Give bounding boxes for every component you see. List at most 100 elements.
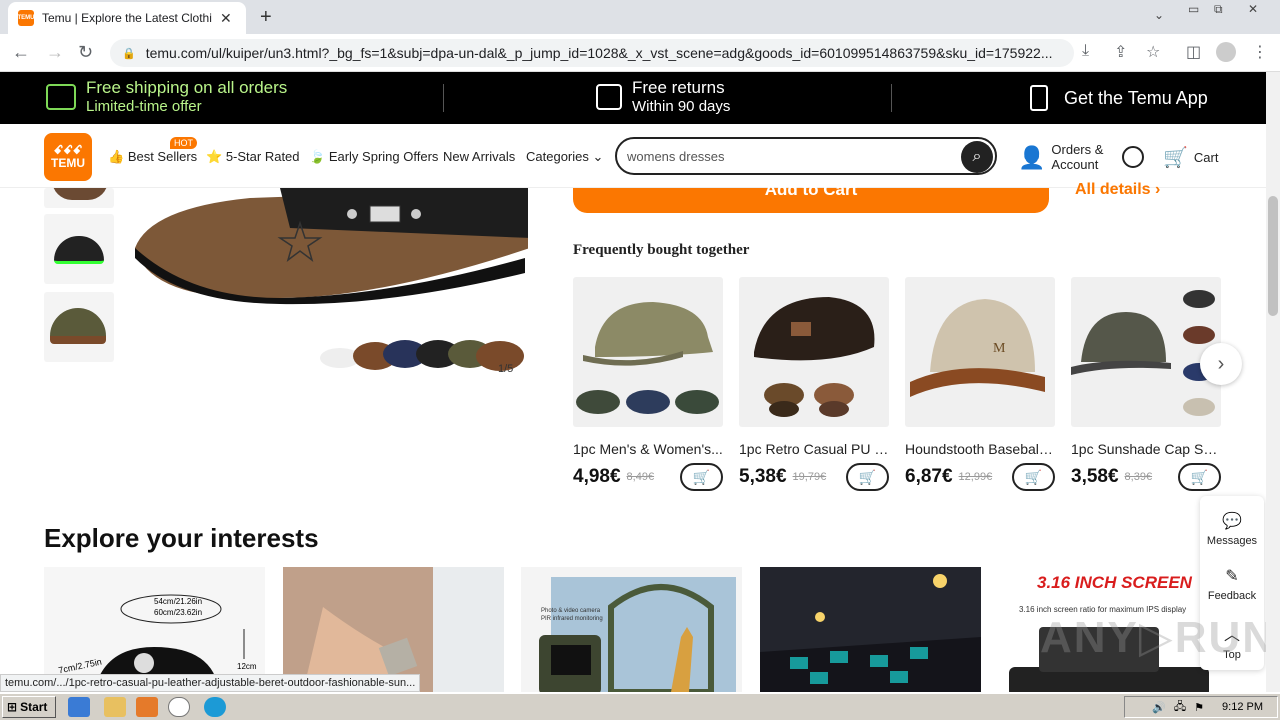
ie-icon[interactable] bbox=[68, 697, 90, 717]
new-tab-button[interactable]: + bbox=[260, 6, 272, 29]
chrome-icon[interactable] bbox=[168, 697, 190, 717]
chevron-right-icon: › bbox=[1217, 352, 1225, 375]
measure-label: 12cm bbox=[237, 662, 257, 671]
explore-product-card[interactable]: Photo & video camera PIR infrared monito… bbox=[521, 567, 742, 692]
user-icon: 👤 bbox=[1018, 144, 1046, 170]
free-shipping-promo[interactable]: Free shipping on all orders Limited-time… bbox=[46, 78, 287, 116]
messages-button[interactable]: 💬 Messages bbox=[1200, 511, 1264, 547]
free-returns-promo[interactable]: Free returns Within 90 days bbox=[596, 78, 730, 116]
share-icon[interactable]: ⇪ bbox=[1114, 42, 1127, 62]
all-details-link[interactable]: All details › bbox=[1075, 181, 1160, 199]
scrollbar-thumb[interactable] bbox=[1268, 196, 1278, 316]
add-to-cart-button[interactable]: Add to Cart bbox=[573, 181, 1049, 213]
product-name[interactable]: Houndstooth Baseball ... bbox=[905, 441, 1055, 457]
volume-icon[interactable]: 🔊 bbox=[1152, 701, 1166, 714]
start-button[interactable]: ⊞ Start bbox=[2, 696, 56, 718]
product-main-image[interactable] bbox=[130, 188, 528, 384]
nav-best-sellers-label: Best Sellers bbox=[127, 149, 198, 164]
explore-product-card[interactable] bbox=[760, 567, 981, 692]
product-name[interactable]: 1pc Men's & Women's... bbox=[573, 441, 723, 457]
product-price: 4,98€ bbox=[573, 466, 621, 487]
returns-line2: Within 90 days bbox=[632, 98, 731, 115]
bookmark-star-icon[interactable]: ☆ bbox=[1146, 42, 1160, 62]
nav-five-star-label: 5-Star Rated bbox=[225, 149, 300, 164]
browser-menu-icon[interactable]: ⋮ bbox=[1252, 42, 1268, 62]
search-button[interactable]: ⌕ bbox=[961, 141, 993, 173]
product-image[interactable] bbox=[739, 277, 889, 427]
browser-tab[interactable]: TEMU Temu | Explore the Latest Clothing,… bbox=[8, 2, 246, 34]
gallery-thumbnail[interactable] bbox=[44, 214, 114, 284]
nav-best-sellers[interactable]: 👍 Best Sellers bbox=[108, 149, 197, 165]
product-name[interactable]: 1pc Retro Casual PU L... bbox=[739, 441, 889, 457]
orders-account-link[interactable]: 👤 Orders & Account bbox=[1018, 142, 1103, 172]
vertical-scrollbar[interactable] bbox=[1266, 72, 1280, 692]
clock: 9:12 PM bbox=[1222, 701, 1263, 713]
network-icon[interactable]: 🖧 bbox=[1174, 698, 1186, 717]
support-chat-icon[interactable] bbox=[1122, 146, 1144, 168]
edge-icon[interactable] bbox=[204, 697, 226, 717]
window-close-icon[interactable]: ✕ bbox=[1248, 2, 1258, 16]
flag-icon[interactable]: ⚑ bbox=[1194, 701, 1204, 714]
add-to-cart-icon[interactable]: 🛒 bbox=[1012, 463, 1055, 491]
reload-icon[interactable]: ↻ bbox=[78, 42, 93, 63]
tab-search-icon[interactable]: ⌄ bbox=[1154, 8, 1164, 22]
orders-line1: Orders & bbox=[1051, 142, 1104, 157]
product-price: 3,58€ bbox=[1071, 466, 1119, 487]
original-price: 8,49€ bbox=[626, 471, 655, 483]
feedback-label: Feedback bbox=[1207, 590, 1257, 602]
thumbs-up-icon: 👍 bbox=[108, 149, 125, 164]
product-image[interactable] bbox=[573, 277, 723, 427]
nav-categories[interactable]: Categories ⌄ bbox=[526, 149, 603, 165]
gallery-thumbnail[interactable] bbox=[44, 292, 114, 362]
anyrun-watermark: ANY▷RUN bbox=[1040, 613, 1277, 662]
original-price: 19,79€ bbox=[792, 471, 827, 483]
install-icon[interactable]: ⤓ bbox=[1082, 42, 1089, 60]
original-price: 12,99€ bbox=[958, 471, 993, 483]
side-panel-icon[interactable]: ◫ bbox=[1186, 42, 1201, 62]
nav-early-spring-label: Early Spring Offers bbox=[328, 149, 439, 164]
product-image[interactable]: M bbox=[905, 277, 1055, 427]
nav-five-star[interactable]: ⭐ 5-Star Rated bbox=[206, 149, 300, 165]
minimize-icon[interactable]: ▭ bbox=[1188, 2, 1199, 16]
fbt-product-card[interactable]: M Houndstooth Baseball ... 6,87€ 12,99€ 🛒 bbox=[905, 277, 1055, 491]
start-label: Start bbox=[20, 700, 48, 714]
product-name[interactable]: 1pc Sunshade Cap Sol... bbox=[1071, 441, 1221, 457]
forward-icon[interactable]: → bbox=[46, 42, 64, 63]
tab-close-icon[interactable]: ✕ bbox=[220, 10, 232, 27]
get-app-promo[interactable]: Get the Temu App bbox=[1030, 85, 1208, 111]
fbt-title: Frequently bought together bbox=[573, 242, 750, 258]
nav-new-arrivals[interactable]: New Arrivals bbox=[443, 149, 515, 164]
address-bar[interactable]: 🔒 temu.com/ul/kuiper/un3.html?_bg_fs=1&s… bbox=[110, 39, 1074, 67]
url-text[interactable]: temu.com/ul/kuiper/un3.html?_bg_fs=1&sub… bbox=[146, 45, 1066, 61]
add-to-cart-icon[interactable]: 🛒 bbox=[846, 463, 889, 491]
cart-link[interactable]: 🛒 Cart bbox=[1163, 145, 1218, 170]
fbt-product-card[interactable]: 1pc Retro Casual PU L... 5,38€ 19,79€ 🛒 bbox=[739, 277, 889, 491]
shipping-line1: Free shipping on all orders bbox=[86, 78, 288, 97]
temu-favicon-icon: TEMU bbox=[18, 10, 35, 26]
add-to-cart-icon[interactable]: 🛒 bbox=[680, 463, 723, 491]
fbt-product-card[interactable]: 1pc Men's & Women's... 4,98€ 8,49€ 🛒 bbox=[573, 277, 723, 491]
windows-taskbar bbox=[0, 693, 1280, 720]
temu-logo[interactable]: ꗃꗃꗃ TEMU bbox=[44, 133, 92, 181]
lock-icon[interactable]: 🔒 bbox=[122, 47, 136, 60]
feedback-icon: ✎ bbox=[1225, 568, 1239, 585]
product-image[interactable] bbox=[1071, 277, 1221, 427]
measure-label: 60cm/23.62in bbox=[154, 608, 203, 617]
search-input[interactable] bbox=[627, 148, 957, 164]
nav-early-spring[interactable]: 🍃 Early Spring Offers bbox=[309, 149, 438, 165]
explorer-folder-icon[interactable] bbox=[104, 697, 126, 717]
measure-label: 54cm/21.26in bbox=[154, 597, 203, 606]
add-to-cart-icon[interactable]: 🛒 bbox=[1178, 463, 1221, 491]
profile-avatar[interactable] bbox=[1216, 42, 1236, 62]
carousel-next-button[interactable]: › bbox=[1200, 343, 1242, 385]
restore-icon[interactable]: ⧉ bbox=[1214, 2, 1223, 17]
back-icon[interactable]: ← bbox=[12, 42, 30, 63]
gallery-thumbnail[interactable] bbox=[44, 188, 114, 208]
media-player-icon[interactable] bbox=[136, 697, 158, 717]
tab-title: Temu | Explore the Latest Clothing, B bbox=[42, 11, 212, 25]
nav-categories-label: Categories bbox=[526, 149, 589, 164]
feedback-button[interactable]: ✎ Feedback bbox=[1200, 566, 1264, 602]
fbt-product-card[interactable]: 1pc Sunshade Cap Sol... 3,58€ 8,39€ 🛒 bbox=[1071, 277, 1221, 491]
status-url-tooltip: temu.com/.../1pc-retro-casual-pu-leather… bbox=[0, 674, 421, 692]
search-box[interactable] bbox=[615, 137, 997, 175]
